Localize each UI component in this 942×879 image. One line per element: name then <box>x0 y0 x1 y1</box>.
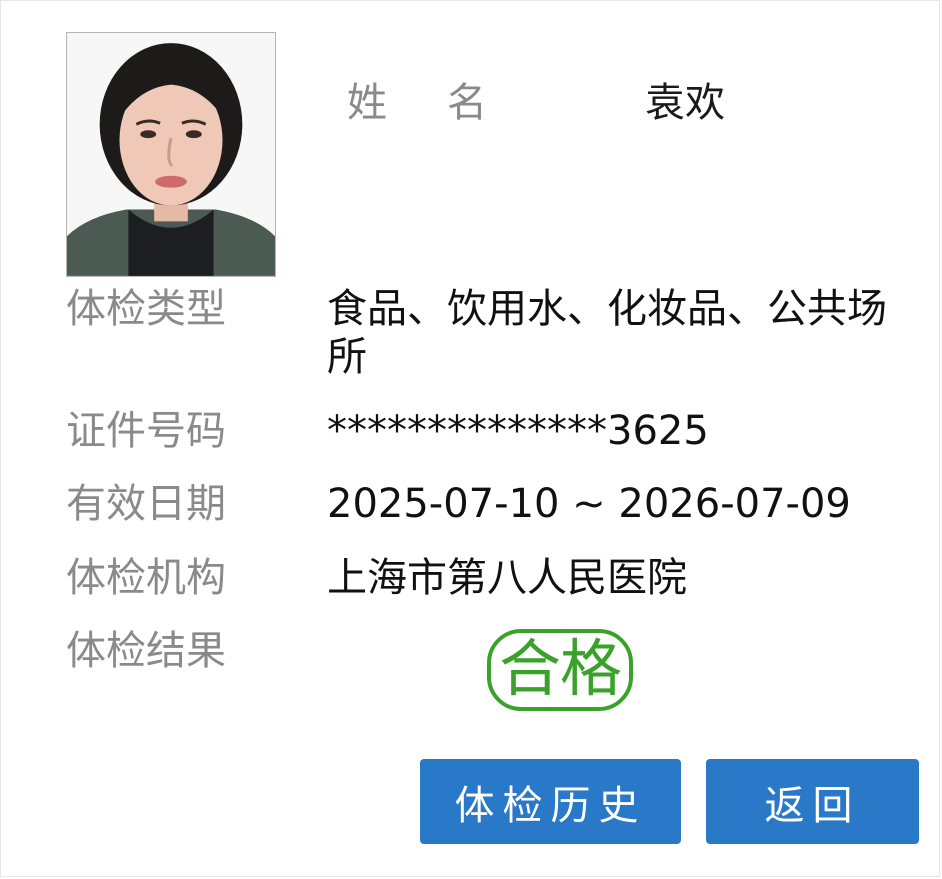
portrait-illustration <box>67 33 275 276</box>
name-value: 袁欢 <box>645 80 725 126</box>
exam-history-button[interactable]: 体检历史 <box>420 759 681 844</box>
institution-label: 体检机构 <box>66 555 226 601</box>
name-label: 姓名 <box>347 79 487 127</box>
validity-value: 2025-07-10 ~ 2026-07-09 <box>327 481 851 527</box>
name-label-char-1: 姓 <box>347 80 387 126</box>
back-button[interactable]: 返回 <box>706 759 919 844</box>
name-label-char-2: 名 <box>447 80 487 126</box>
institution-value: 上海市第八人民医院 <box>327 555 687 601</box>
health-certificate-card: 姓名 袁欢 体检类型 食品、饮用水、化妆品、公共场所 证件号码 ********… <box>0 0 940 877</box>
result-label: 体检结果 <box>66 628 226 674</box>
exam-type-value: 食品、饮用水、化妆品、公共场所 <box>327 286 887 380</box>
result-qualified-stamp: 合格 <box>487 629 633 711</box>
id-number-value: **************3625 <box>327 408 709 454</box>
exam-type-label: 体检类型 <box>66 286 226 332</box>
id-number-label: 证件号码 <box>66 408 226 454</box>
profile-photo <box>66 32 276 277</box>
validity-label: 有效日期 <box>66 481 226 527</box>
